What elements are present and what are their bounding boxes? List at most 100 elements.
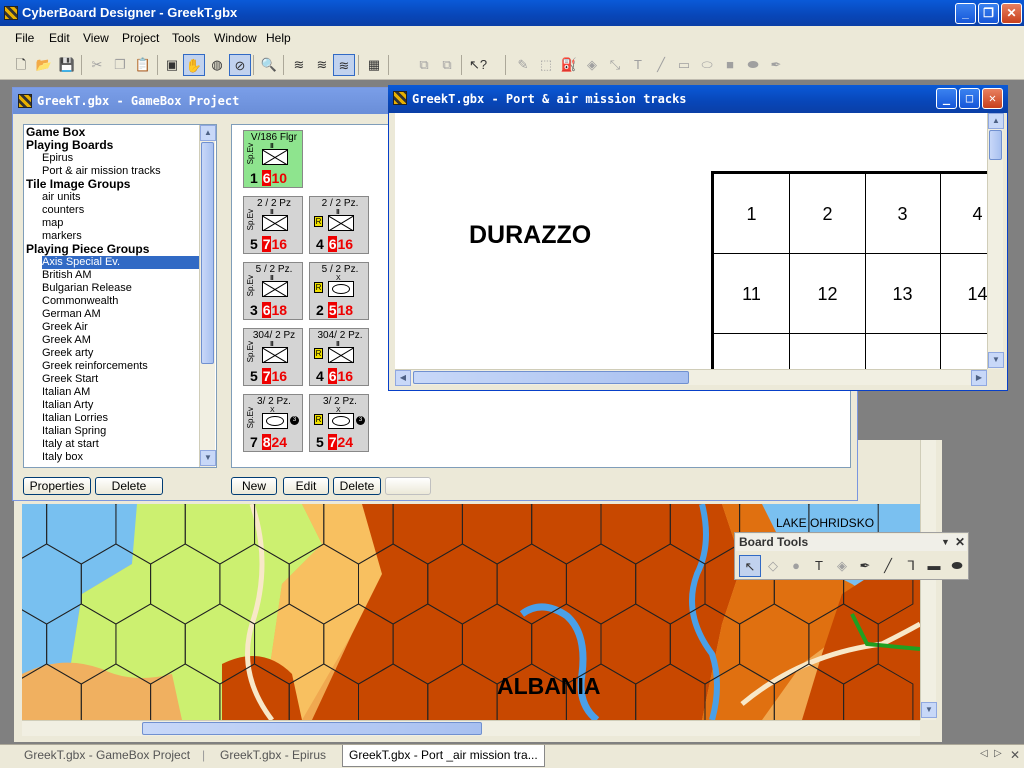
eraser-icon[interactable]: ◇ [762,555,784,577]
menu-project[interactable]: Project [122,31,159,45]
layer-1-icon[interactable]: ≋ [288,54,310,76]
tracks-canvas[interactable]: DURAZZO 1 2 3 4 11 12 13 14 [395,113,987,369]
edit-piece-button[interactable]: Edit [283,477,329,495]
tree-item[interactable]: Tile Image Groups [26,178,130,191]
open-folder-icon[interactable]: 📂 [33,54,55,76]
tree-item[interactable]: Axis Special Ev. [42,256,214,269]
scroll-down-arrow-icon[interactable]: ▼ [200,450,216,466]
tab-next-icon[interactable]: ▷ [994,748,1002,759]
new-file-icon[interactable]: 🗋 [10,54,32,76]
delete-piece-button[interactable]: Delete [333,477,381,495]
tracks-maximize-button[interactable]: □ [959,88,980,109]
tree-item[interactable]: Italy at start [42,438,99,451]
tab-gamebox-project[interactable]: GreekT.gbx - GameBox Project [24,748,190,762]
filled-ellipse-icon[interactable]: ⬬ [742,54,764,76]
tree-scrollbar[interactable]: ▲ ▼ [199,125,216,467]
playing-piece[interactable]: 304/ 2 Pz. R III 4 616 [309,328,369,386]
dropper-icon[interactable]: ✒ [765,54,787,76]
rect-icon[interactable]: ▬ [923,555,945,577]
scroll-down-arrow-icon[interactable]: ▼ [921,702,937,718]
tracks-vscroll-thumb[interactable] [989,130,1002,160]
text-icon[interactable]: T [627,54,649,76]
tree-item[interactable]: air units [42,191,81,204]
tree-item[interactable]: Greek reinforcements [42,360,148,373]
layer-2-icon[interactable]: ≋ [311,54,333,76]
new-piece-button[interactable]: New [231,477,277,495]
arrow-tool-icon[interactable]: ⤡ [604,54,626,76]
tab-close-icon[interactable]: ✕ [1010,748,1020,762]
tree-item[interactable]: Greek AM [42,334,91,347]
fill-icon[interactable]: ⛽ [558,54,580,76]
tracks-hscroll-thumb[interactable] [413,371,689,384]
tree-item[interactable]: Italy box [42,451,83,464]
playing-piece[interactable]: V/186 Flgr Sp.Ev III 1 610 [243,130,303,188]
line-icon[interactable]: ╱ [650,54,672,76]
tree-item[interactable]: Commonwealth [42,295,118,308]
menu-file[interactable]: File [15,31,34,45]
playing-piece[interactable]: 3/ 2 Pz. R X 3 5 724 [309,394,369,452]
playing-piece[interactable]: 304/ 2 Pz Sp.Ev III 5 716 [243,328,303,386]
tab-prev-icon[interactable]: ◁ [980,748,988,759]
tracks-minimize-button[interactable]: _ [936,88,957,109]
fill-icon[interactable]: ● [785,555,807,577]
tree-item[interactable]: Greek Start [42,373,98,386]
rect-icon[interactable]: ▭ [673,54,695,76]
zoom-icon[interactable]: 🔍 [258,54,280,76]
project-tree[interactable]: Game Box Playing Boards Epirus Port & air m… [23,124,217,468]
tree-item[interactable]: Italian Lorries [42,412,108,425]
tab-epirus[interactable]: GreekT.gbx - Epirus [220,748,326,762]
copy-icon[interactable]: ❐ [109,54,131,76]
layer-3-icon[interactable]: ≋ [333,54,355,76]
move-icon[interactable]: ✋ [183,54,205,76]
tree-item[interactable]: Playing Piece Groups [26,243,149,256]
tree-item[interactable]: Bulgarian Release [42,282,132,295]
menu-view[interactable]: View [83,31,109,45]
tree-item[interactable]: Italian Arty [42,399,93,412]
save-icon[interactable]: 💾 [56,54,78,76]
tracks-horizontal-scrollbar[interactable]: ◀ ▶ [395,369,987,386]
delete-board-button[interactable]: Delete [95,477,163,495]
ellipse-icon[interactable]: ⬭ [696,54,718,76]
map-hscroll-thumb[interactable] [142,722,482,735]
menu-edit[interactable]: Edit [49,31,70,45]
tracks-vertical-scrollbar[interactable]: ▲ ▼ [987,113,1004,369]
scroll-left-arrow-icon[interactable]: ◀ [395,370,411,386]
menu-tools[interactable]: Tools [172,31,200,45]
scroll-right-arrow-icon[interactable]: ▶ [971,370,987,386]
playing-piece[interactable]: 3/ 2 Pz. Sp.Ev X 3 7 824 [243,394,303,452]
color-icon[interactable]: ◍ [206,54,228,76]
playing-piece[interactable]: 2 / 2 Pz Sp.Ev III 5 716 [243,196,303,254]
tree-item[interactable]: counters [42,204,84,217]
dropper-icon[interactable]: ✒ [854,555,876,577]
menu-help[interactable]: Help [266,31,291,45]
cut-icon[interactable]: ✂ [86,54,108,76]
select-arrow-icon[interactable]: ↖ [739,555,761,577]
tree-item[interactable]: Epirus [42,152,73,165]
playing-piece[interactable]: 5 / 2 Pz. Sp.Ev III 3 618 [243,262,303,320]
playing-piece[interactable]: 2 / 2 Pz. R III 4 616 [309,196,369,254]
tree-item[interactable]: Italian AM [42,386,90,399]
scroll-up-arrow-icon[interactable]: ▲ [988,113,1004,129]
grid-icon[interactable]: ▦ [363,54,385,76]
pencil-icon[interactable]: ✎ [512,54,534,76]
tree-item[interactable]: British AM [42,269,92,282]
dropdown-icon[interactable]: ▼ [941,537,950,547]
tree-item[interactable]: Italian Spring [42,425,106,438]
scroll-down-arrow-icon[interactable]: ▼ [988,352,1004,368]
tracks-close-button[interactable]: ✕ [982,88,1003,109]
filled-rect-icon[interactable]: ■ [719,54,741,76]
playing-piece[interactable]: 5 / 2 Pz. R X 2 518 [309,262,369,320]
minimize-button[interactable]: _ [955,3,976,24]
help-arrow-icon[interactable]: ↖? [467,54,489,76]
select-rect-icon[interactable]: ⬚ [535,54,557,76]
menu-window[interactable]: Window [214,31,257,45]
tab-port-air-tracks[interactable]: GreekT.gbx - Port _air mission tra... [342,745,545,767]
tree-item[interactable]: map [42,217,63,230]
properties-button[interactable]: Properties [23,477,91,495]
tree-item[interactable]: Greek Air [42,321,88,334]
brush-icon[interactable]: ◈ [831,555,853,577]
tree-scroll-thumb[interactable] [201,142,214,364]
lineset-icon[interactable]: ᒣ [900,555,922,577]
eraser-icon[interactable]: ⊘ [229,54,251,76]
tree-item[interactable]: Greek arty [42,347,93,360]
